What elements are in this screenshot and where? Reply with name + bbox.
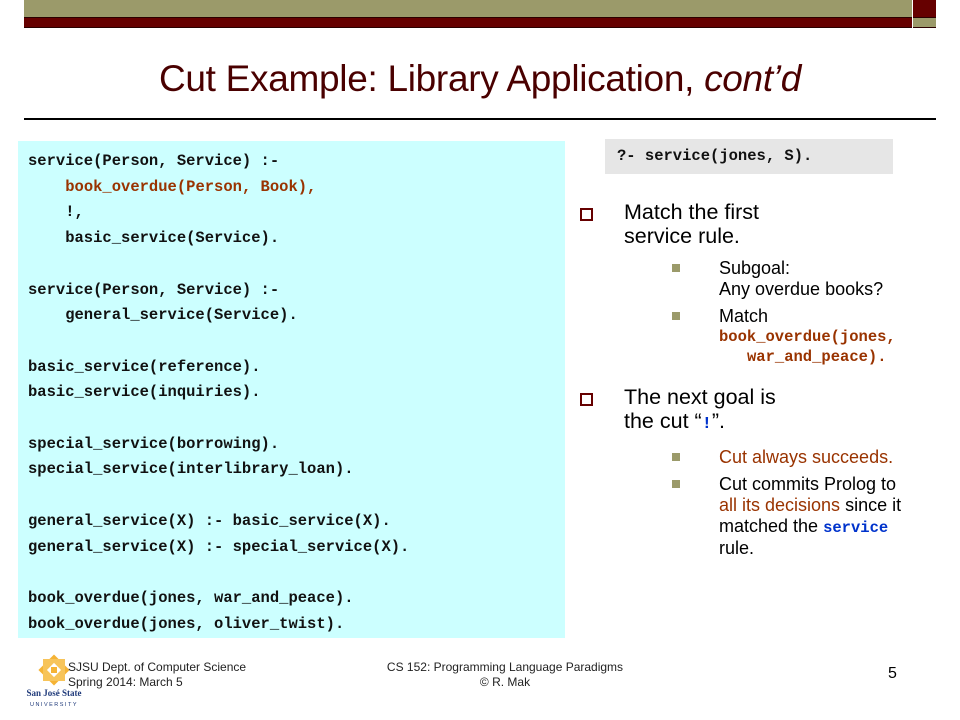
code-line: book_overdue(Person, Book),	[65, 177, 317, 196]
slide-title: Cut Example: Library Application, cont’d	[0, 58, 960, 100]
filled-square-bullet-icon	[672, 453, 680, 461]
bullet-text-line: service rule.	[624, 224, 740, 248]
inline-code: book_overdue(jones,	[719, 328, 896, 346]
bullet-match-first-rule: Match the first service rule. Subgoal: A…	[578, 200, 948, 367]
title-main: Cut Example: Library Application,	[158, 58, 705, 99]
sub-bullet-text: Match	[719, 306, 769, 326]
sub-bullet-subgoal: Subgoal: Any overdue books?	[672, 258, 948, 300]
bullet-next-goal-cut: The next goal is the cut “!”. Cut always…	[578, 385, 948, 559]
footer-left: SJSU Dept. of Computer Science Spring 20…	[68, 660, 246, 690]
footer-course: CS 152: Programming Language Paradigms	[386, 660, 624, 674]
inline-code: war_and_peace).	[747, 348, 887, 366]
page-number: 5	[888, 665, 897, 682]
bullet-text-line: The next goal is	[624, 385, 776, 409]
sub-bullet-text: rule.	[719, 538, 755, 558]
code-line: general_service(X) :- special_service(X)…	[28, 537, 410, 556]
sub-bullet-text: Any overdue books?	[719, 279, 884, 299]
hollow-square-bullet-icon	[580, 393, 593, 406]
code-line: book_overdue(jones, oliver_twist).	[28, 614, 345, 633]
sub-bullet-match: Match book_overdue(jones, war_and_peace)…	[672, 306, 948, 367]
code-line: basic_service(reference).	[28, 357, 261, 376]
bullet-text-line: the cut “!”.	[624, 409, 948, 437]
text: matched the	[719, 516, 824, 536]
header-corner-olive	[913, 17, 936, 28]
inline-code: service	[823, 519, 889, 537]
code-text: service(Person, Service) :- book_overdue…	[18, 141, 565, 637]
footer-date: Spring 2014: March 5	[68, 675, 183, 689]
footer-dept: SJSU Dept. of Computer Science	[68, 660, 247, 674]
code-line: service(Person, Service) :-	[28, 152, 280, 170]
header-corner-maroon	[913, 0, 936, 17]
sub-bullet-cut-succeeds: Cut always succeeds.	[672, 447, 948, 468]
header-band-maroon	[24, 17, 912, 28]
code-line: general_service(Service).	[28, 306, 298, 325]
hollow-square-bullet-icon	[580, 208, 593, 221]
highlight-text: all its decisions	[719, 495, 841, 515]
code-line: basic_service(inquiries).	[28, 383, 261, 402]
text: the cut “	[624, 409, 702, 433]
title-divider	[24, 118, 936, 120]
query-box: ?- service(jones, S).	[605, 139, 893, 174]
code-line: service(Person, Service) :-	[28, 280, 280, 299]
code-line: book_overdue(jones, war_and_peace).	[28, 588, 354, 607]
inline-code: !	[701, 415, 712, 434]
code-line: special_service(interlibrary_loan).	[28, 460, 354, 479]
sub-bullet-text: Cut always succeeds.	[719, 447, 894, 467]
filled-square-bullet-icon	[672, 312, 680, 320]
code-listing: service(Person, Service) :- book_overdue…	[18, 141, 565, 638]
text: since it	[840, 495, 902, 515]
sub-bullet-text: all its decisions since it	[719, 495, 948, 516]
sub-bullet-text: matched the service	[719, 516, 948, 538]
bullet-text-line: Match the first	[624, 200, 760, 224]
bullet-list: Match the first service rule. Subgoal: A…	[578, 200, 948, 569]
code-line: special_service(borrowing).	[28, 434, 280, 453]
sub-bullet-text: Subgoal:	[719, 258, 791, 278]
footer-author: © R. Mak	[479, 675, 531, 689]
sub-bullet-cut-commits: Cut commits Prolog to all its decisions …	[672, 474, 948, 559]
sub-bullet-text: Cut commits Prolog to	[719, 474, 897, 494]
logo-subtext: UNIVERSITY	[30, 702, 78, 708]
code-line: general_service(X) :- basic_service(X).	[28, 511, 391, 530]
filled-square-bullet-icon	[672, 264, 680, 272]
title-italic: cont’d	[704, 58, 801, 99]
text: ”.	[711, 409, 726, 433]
header-band-olive	[24, 0, 912, 17]
filled-square-bullet-icon	[672, 480, 680, 488]
code-line: basic_service(Service).	[28, 229, 280, 248]
code-line: !,	[28, 203, 84, 222]
footer-center: CS 152: Programming Language Paradigms ©…	[360, 660, 650, 690]
